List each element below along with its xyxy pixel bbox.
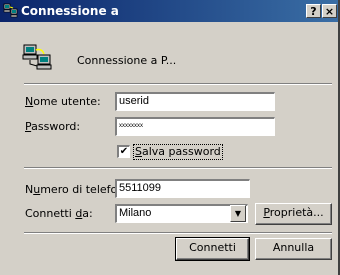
title-bar[interactable]: Connessione a ? × bbox=[0, 0, 338, 22]
username-field[interactable]: userid bbox=[115, 92, 275, 111]
dial-from-label: Connetti da: bbox=[25, 207, 93, 220]
dial-up-computers-icon bbox=[22, 44, 52, 70]
separator bbox=[24, 232, 332, 234]
help-button[interactable]: ? bbox=[306, 4, 321, 18]
phone-field[interactable]: 5511099 bbox=[115, 179, 250, 198]
separator bbox=[24, 167, 332, 169]
save-password-label[interactable]: Salva password bbox=[133, 144, 223, 160]
password-field[interactable]: xxxxxxxx bbox=[115, 117, 275, 136]
connect-button[interactable]: Connetti bbox=[175, 237, 250, 261]
cancel-button[interactable]: Annulla bbox=[255, 238, 332, 260]
dial-from-select[interactable]: Milano bbox=[115, 204, 248, 223]
window-title: Connessione a bbox=[21, 4, 119, 18]
properties-button[interactable]: Proprietà... bbox=[255, 203, 332, 225]
password-label: Password: bbox=[25, 120, 81, 133]
dial-up-computers-icon bbox=[3, 3, 18, 18]
chevron-down-icon[interactable]: ▼ bbox=[230, 205, 246, 222]
close-button[interactable]: × bbox=[322, 4, 337, 18]
dialup-connection-dialog: Connessione a ? × Connessione a P... Nom… bbox=[0, 0, 340, 275]
separator bbox=[24, 83, 332, 85]
save-password-checkbox[interactable]: ✔ bbox=[117, 145, 130, 158]
connection-heading: Connessione a P... bbox=[77, 54, 177, 67]
username-label: Nome utente: bbox=[25, 95, 101, 108]
